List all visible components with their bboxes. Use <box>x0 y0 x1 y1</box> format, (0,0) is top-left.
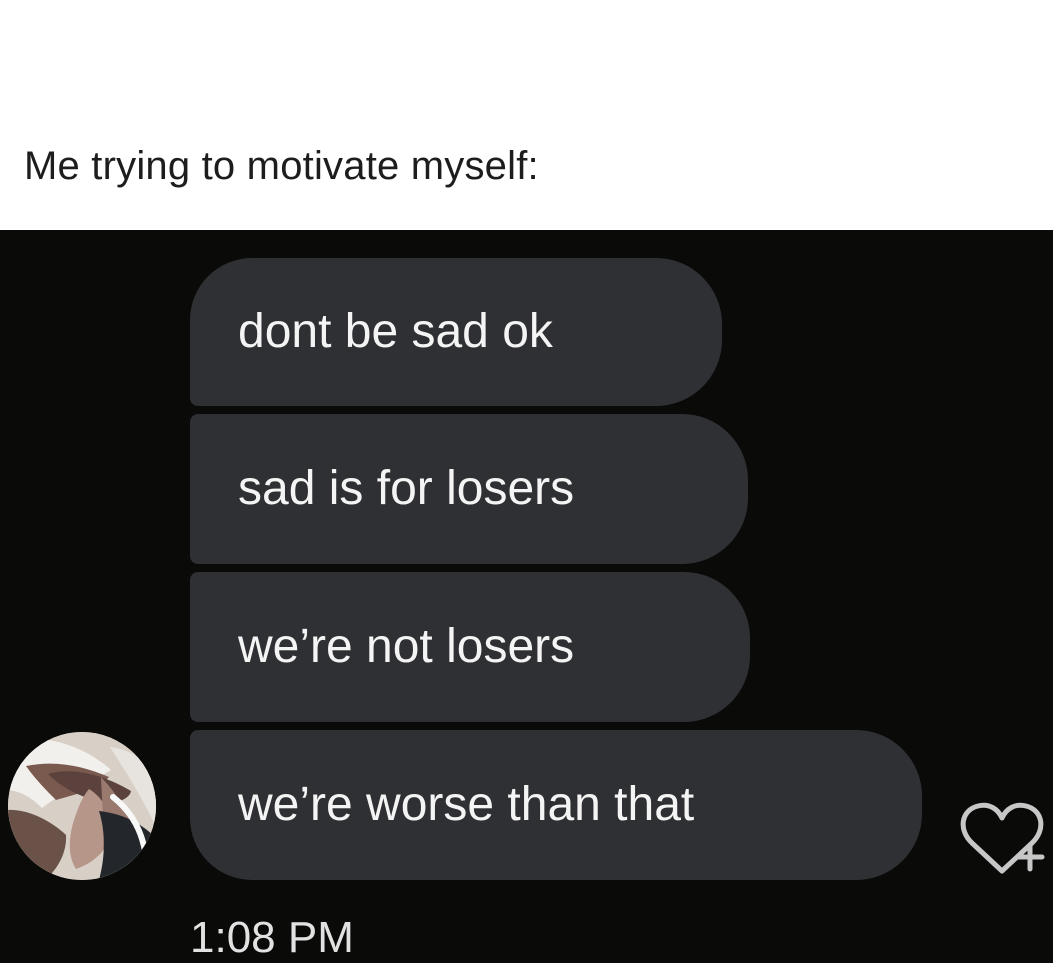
message-bubble-4[interactable]: we’re worse than that <box>190 730 922 880</box>
caption: Me trying to motivate myself: <box>24 144 539 188</box>
message-text-4: we’re worse than that <box>238 778 695 831</box>
message-bubble-2[interactable]: sad is for losers <box>190 414 748 564</box>
message-bubble-1[interactable]: dont be sad ok <box>190 258 722 406</box>
message-timestamp: 1:08 PM <box>190 913 354 962</box>
message-text-3: we’re not losers <box>238 620 575 673</box>
meme: Me trying to motivate myself: dont be sa… <box>0 0 1053 963</box>
heart-plus-icon[interactable] <box>958 798 1046 880</box>
avatar[interactable] <box>8 732 156 880</box>
chat-screen: dont be sad ok sad is for losers we’re n… <box>0 230 1053 963</box>
avatar-image <box>8 732 156 880</box>
message-text-2: sad is for losers <box>238 462 575 515</box>
message-bubble-3[interactable]: we’re not losers <box>190 572 750 722</box>
message-text-1: dont be sad ok <box>238 305 553 358</box>
